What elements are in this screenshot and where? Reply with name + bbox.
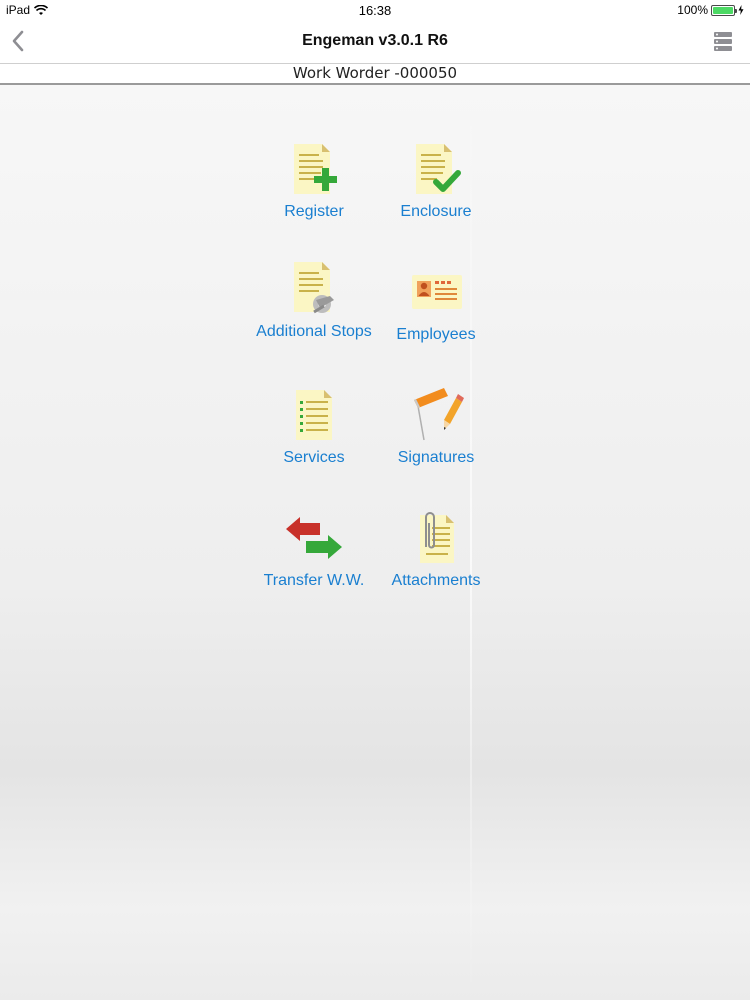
enclosure-document-check-icon xyxy=(416,144,461,194)
work-order-header: Work Worder -000050 xyxy=(0,64,750,85)
signatures-pencil-icon xyxy=(414,388,464,441)
employees-id-card-icon xyxy=(412,275,462,309)
enclosure-label: Enclosure xyxy=(400,203,472,220)
employees-label: Employees xyxy=(396,326,476,343)
battery-icon xyxy=(711,4,737,16)
transfer-ww-label: Transfer W.W. xyxy=(263,572,365,589)
register-document-add-icon xyxy=(294,144,337,194)
signatures-button[interactable]: Signatures xyxy=(371,386,501,468)
register-label: Register xyxy=(284,203,344,220)
navigation-bar: Engeman v3.0.1 R6 xyxy=(0,20,750,64)
status-time: 16:38 xyxy=(358,3,392,18)
services-label: Services xyxy=(283,449,345,466)
enclosure-button[interactable]: Enclosure xyxy=(371,140,501,222)
attachments-label: Attachments xyxy=(391,572,481,589)
register-button[interactable]: Register xyxy=(249,140,379,222)
employees-button[interactable]: Employees xyxy=(371,263,501,345)
menu-grid: Register Enclosure Additional Stops Empl… xyxy=(0,85,750,1000)
additional-stops-document-tool-icon xyxy=(294,262,334,314)
signatures-label: Signatures xyxy=(397,449,475,466)
additional-stops-button[interactable]: Additional Stops xyxy=(249,260,379,342)
transfer-arrows-icon xyxy=(286,517,342,559)
status-bar: iPad 16:38 100% xyxy=(0,0,750,20)
app-title: Engeman v3.0.1 R6 xyxy=(302,32,448,49)
services-button[interactable]: Services xyxy=(249,386,379,468)
charging-bolt-icon xyxy=(738,5,744,15)
services-checklist-icon xyxy=(296,390,332,440)
additional-stops-label: Additional Stops xyxy=(256,323,372,340)
attachments-button[interactable]: Attachments xyxy=(371,509,501,591)
attachments-paperclip-document-icon xyxy=(420,512,454,563)
transfer-ww-button[interactable]: Transfer W.W. xyxy=(249,509,379,591)
battery-percent: 100% xyxy=(677,3,708,17)
list-menu-icon[interactable] xyxy=(714,31,732,51)
